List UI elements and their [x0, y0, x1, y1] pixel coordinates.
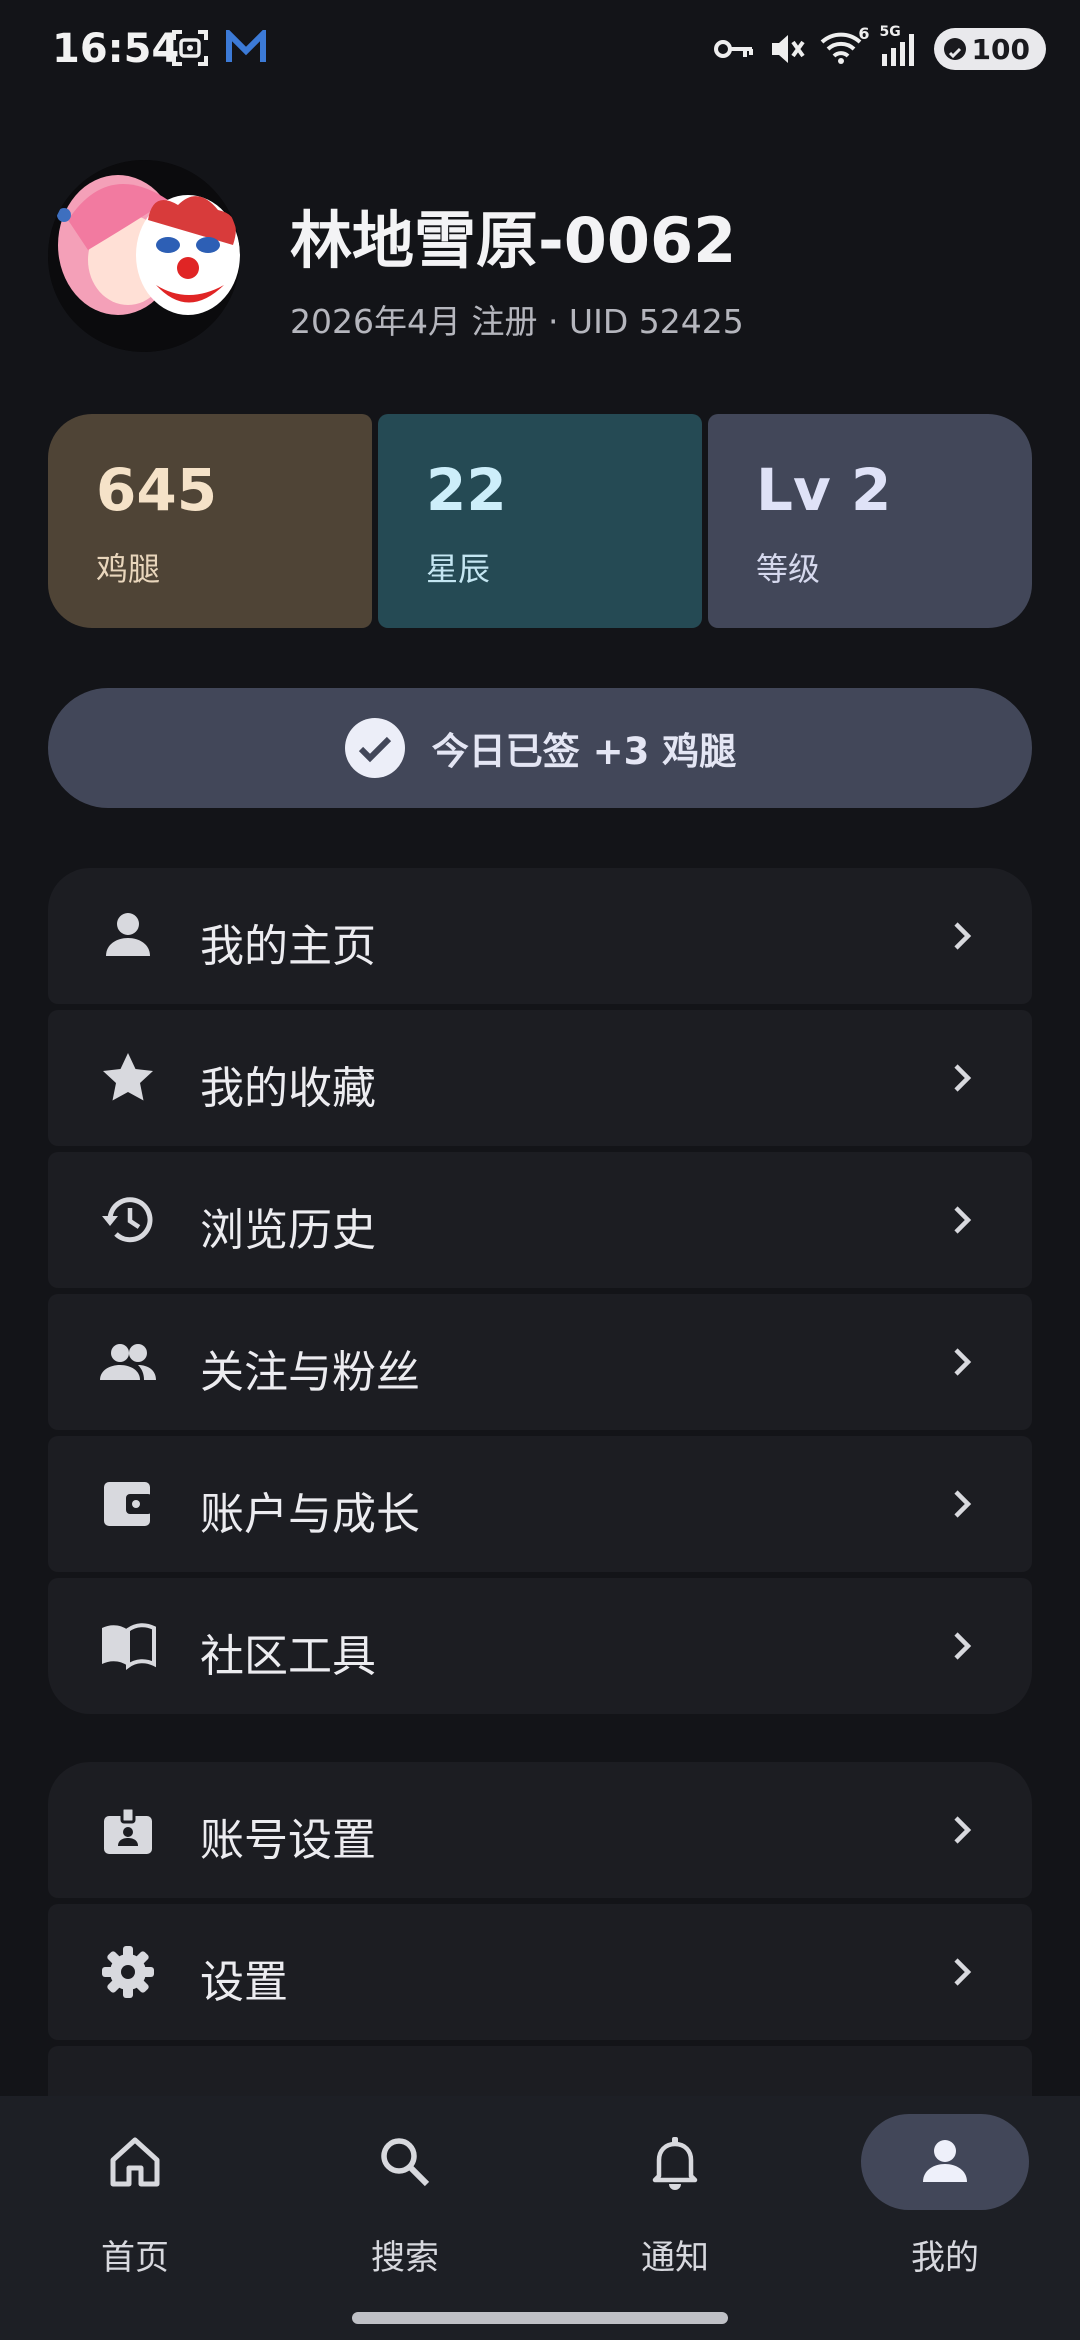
mute-icon [771, 35, 805, 63]
person-icon [106, 913, 150, 956]
stat-card-chicken-legs[interactable]: 645 鸡腿 [48, 414, 372, 628]
user-meta: 2026年4月 注册 · UID 52425 [290, 302, 744, 341]
stat-card-level[interactable]: Lv 2 等级 [708, 414, 1032, 628]
battery-level: 100 [971, 32, 1030, 66]
checkin-button[interactable]: 今日已签 +3 鸡腿 [48, 688, 1032, 808]
stat-label: 鸡腿 [96, 550, 161, 588]
key-icon [713, 40, 753, 58]
menu-item-label: 我的收藏 [200, 1063, 376, 1114]
book-icon [102, 1623, 156, 1670]
nav-tab-home[interactable]: 首页 [0, 2114, 270, 2278]
gear-icon [102, 1946, 154, 1998]
m-app-icon [226, 30, 266, 62]
stat-value: 22 [426, 456, 507, 524]
badge-icon [104, 1806, 152, 1854]
chevron-right-icon [954, 1958, 972, 1986]
nav-tab-search[interactable]: 搜索 [270, 2114, 540, 2278]
battery-shield-icon [943, 38, 966, 60]
status-bar: 16:54 6 5G 100 [0, 0, 1080, 110]
screenshot-icon [172, 30, 208, 66]
menu-item-follow-fans[interactable]: 关注与粉丝 [48, 1294, 1032, 1430]
bell-icon [652, 2137, 698, 2190]
signal-indicator: 5G [880, 24, 920, 68]
check-circle-icon [344, 718, 405, 778]
menu-item-community-tools[interactable]: 社区工具 [48, 1578, 1032, 1714]
menu-item-label: 账户与成长 [200, 1489, 420, 1540]
checkin-label: 今日已签 +3 鸡腿 [431, 730, 737, 773]
menu-group-main: 我的主页 我的收藏 浏览历史 关注与粉丝 账户与成长 社区工具 [48, 868, 1032, 1720]
chevron-right-icon [954, 1064, 972, 1092]
menu-item-settings[interactable]: 设置 [48, 1904, 1032, 2040]
chevron-right-icon [954, 1490, 972, 1518]
nav-tab-notifications[interactable]: 通知 [540, 2114, 810, 2278]
star-icon [103, 1053, 153, 1101]
menu-item-label: 关注与粉丝 [200, 1347, 420, 1398]
stat-label: 等级 [756, 550, 821, 588]
nav-label: 搜索 [371, 2238, 439, 2278]
menu-item-account-settings[interactable]: 账号设置 [48, 1762, 1032, 1898]
wifi-indicator: 6 [820, 24, 870, 68]
chevron-right-icon [954, 1348, 972, 1376]
chevron-right-icon [954, 1206, 972, 1234]
wallet-icon [104, 1482, 152, 1526]
stat-label: 星辰 [426, 550, 491, 588]
people-icon [100, 1344, 156, 1380]
nav-label: 我的 [911, 2238, 979, 2278]
stat-card-stars[interactable]: 22 星辰 [378, 414, 702, 628]
battery-icon: 100 [933, 28, 1046, 70]
stat-value: 645 [96, 456, 218, 524]
menu-item-label: 账号设置 [200, 1815, 376, 1866]
menu-item-history[interactable]: 浏览历史 [48, 1152, 1032, 1288]
menu-item-label: 设置 [200, 1957, 288, 2008]
menu-item-favorites[interactable]: 我的收藏 [48, 1010, 1032, 1146]
menu-item-account-growth[interactable]: 账户与成长 [48, 1436, 1032, 1572]
user-name: 林地雪原-0062 [290, 204, 737, 277]
menu-item-my-homepage[interactable]: 我的主页 [48, 868, 1032, 1004]
chevron-right-icon [954, 1816, 972, 1844]
status-right-icons: 6 5G 100 [713, 24, 1046, 70]
stat-value: Lv 2 [756, 456, 892, 524]
menu-item-label: 我的主页 [200, 921, 376, 972]
nav-label: 通知 [641, 2238, 709, 2278]
search-icon [381, 2138, 430, 2187]
chevron-right-icon [954, 922, 972, 950]
status-time: 16:54 [52, 26, 180, 72]
status-left-icons [170, 28, 266, 68]
avatar[interactable] [48, 160, 240, 352]
menu-item-label: 浏览历史 [200, 1205, 376, 1256]
nav-tab-me[interactable]: 我的 [810, 2114, 1080, 2278]
wifi-label: 6 [858, 24, 870, 43]
wifi-icon [820, 32, 861, 64]
menu-item-label: 社区工具 [200, 1631, 376, 1682]
nav-label: 首页 [101, 2238, 169, 2278]
home-icon [110, 2137, 160, 2187]
home-indicator[interactable] [352, 2312, 728, 2324]
person-icon [923, 2140, 967, 2182]
chevron-right-icon [954, 1632, 972, 1660]
signal-label: 5G [879, 24, 901, 40]
stats-row: 645 鸡腿 22 星辰 Lv 2 等级 [48, 414, 1032, 628]
history-icon [102, 1197, 153, 1243]
avatar-image [48, 160, 240, 352]
bottom-navigation: 首页 搜索 通知 我的 [0, 2096, 1080, 2340]
